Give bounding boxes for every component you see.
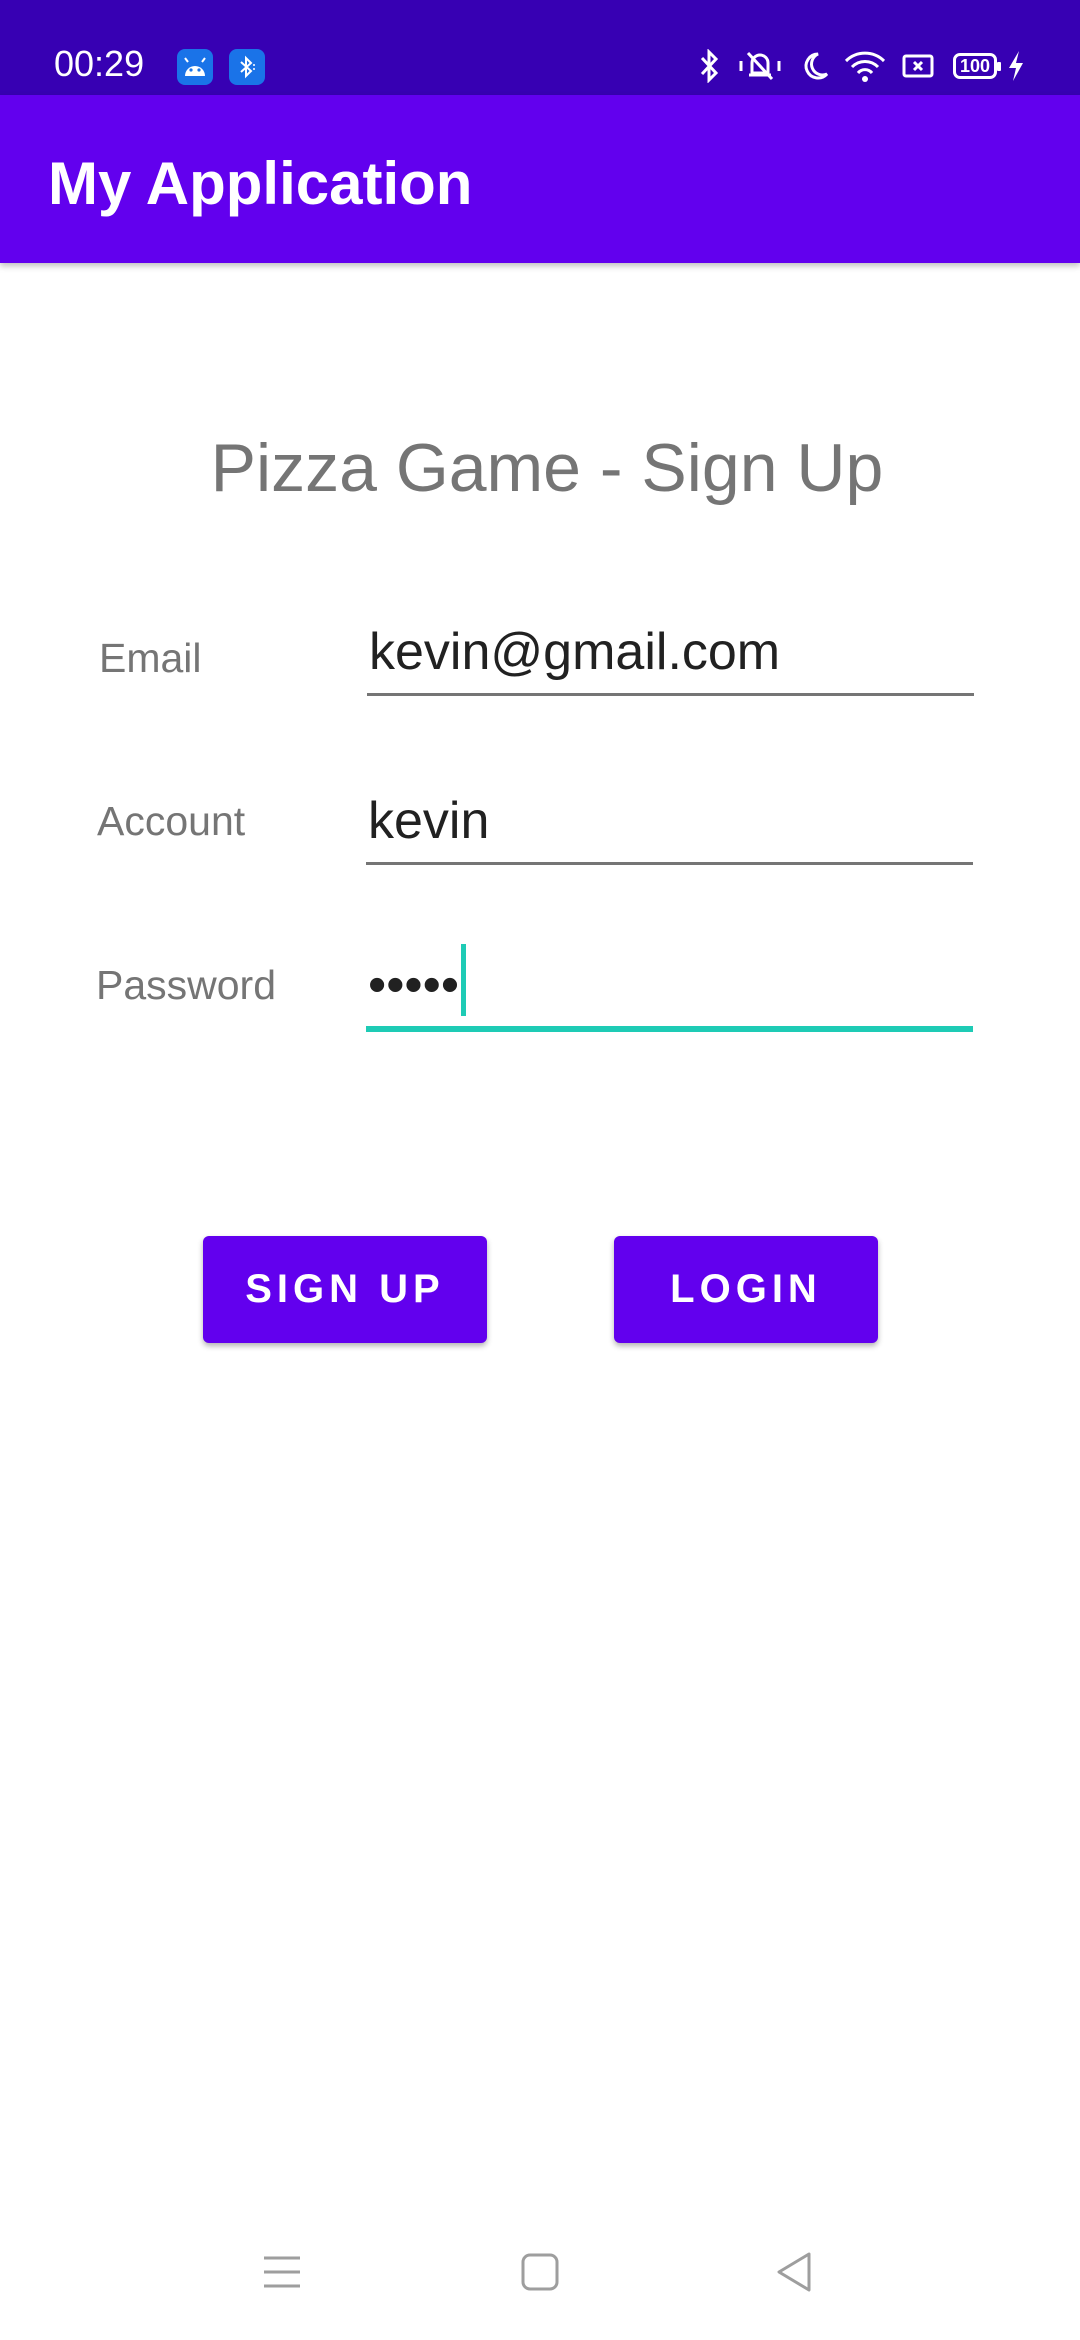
email-label: Email bbox=[99, 635, 202, 681]
login-button[interactable]: LOGIN bbox=[614, 1236, 878, 1343]
password-value: ••••• bbox=[368, 944, 467, 1016]
status-bar: 00:29 100 bbox=[0, 0, 1080, 95]
status-time: 00:29 bbox=[54, 43, 145, 84]
home-icon[interactable] bbox=[520, 2250, 560, 2294]
password-label: Password bbox=[96, 962, 277, 1008]
menu-icon[interactable] bbox=[262, 2250, 302, 2294]
account-underline bbox=[366, 862, 973, 865]
battery-icon: 100 bbox=[950, 48, 1001, 84]
text-cursor bbox=[461, 944, 467, 1016]
account-label: Account bbox=[97, 798, 246, 844]
bluetooth-icon bbox=[695, 48, 725, 84]
account-field[interactable]: kevin bbox=[366, 785, 973, 865]
app-title: My Application bbox=[48, 150, 473, 217]
email-field[interactable]: kevin@gmail.com bbox=[367, 616, 974, 696]
moon-icon bbox=[799, 48, 831, 84]
account-value: kevin bbox=[368, 792, 490, 850]
vibrate-off-icon bbox=[737, 48, 783, 84]
navigation-bar bbox=[0, 2220, 1080, 2340]
password-field[interactable]: ••••• bbox=[366, 944, 973, 1032]
email-value: kevin@gmail.com bbox=[369, 623, 781, 681]
charging-icon bbox=[1004, 48, 1028, 84]
app-bar: My Application bbox=[0, 95, 1080, 263]
android-icon bbox=[177, 49, 213, 85]
page-title: Pizza Game - Sign Up bbox=[210, 430, 884, 506]
screen-record-icon bbox=[902, 48, 934, 84]
sign-up-button[interactable]: SIGN UP bbox=[203, 1236, 487, 1343]
password-dots: ••••• bbox=[368, 956, 460, 1014]
battery-level: 100 bbox=[959, 56, 991, 76]
back-icon[interactable] bbox=[774, 2250, 814, 2294]
email-underline bbox=[367, 693, 974, 696]
password-underline bbox=[366, 1026, 973, 1032]
bluetooth-file-icon bbox=[229, 49, 265, 85]
wifi-icon bbox=[843, 48, 887, 84]
